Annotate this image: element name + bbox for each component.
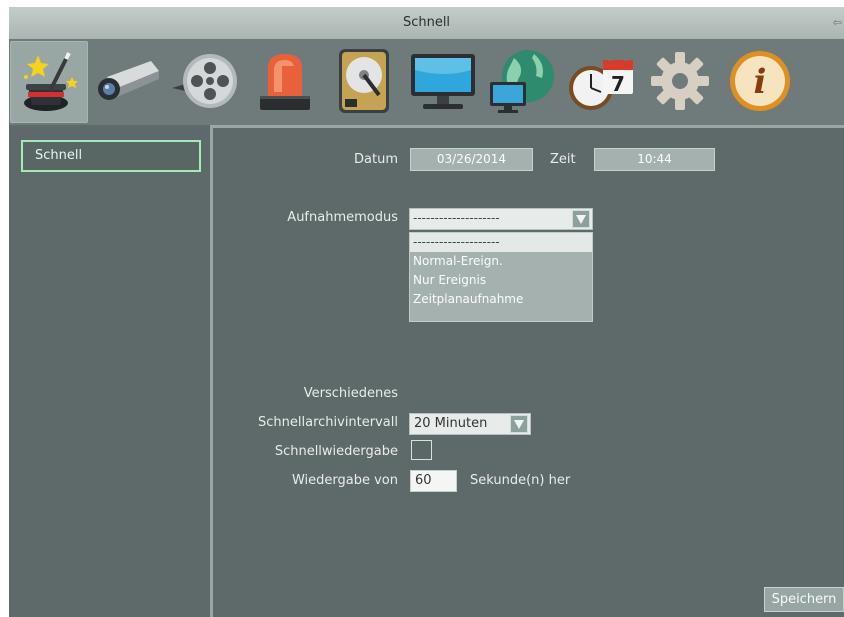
chevron-down-icon[interactable] <box>510 415 528 433</box>
info-icon: i <box>730 51 790 111</box>
toolbar-alarm-button[interactable] <box>247 41 323 121</box>
record-mode-dropdown: -------------------- Normal-Ereign. Nur … <box>409 232 593 322</box>
playback-unit-label: Sekunde(n) her <box>470 473 571 488</box>
record-mode-select[interactable]: -------------------- <box>409 208 593 230</box>
date-label: Datum <box>354 152 398 167</box>
back-arrow-icon[interactable]: ⇦ <box>833 7 842 39</box>
archive-interval-value: 20 Minuten <box>414 416 488 431</box>
camera-icon <box>98 61 159 100</box>
settings-gear-icon <box>651 52 709 110</box>
film-reel-icon <box>172 54 237 108</box>
playback-from-label: Wiedergabe von <box>291 473 398 488</box>
network-globe-icon <box>490 50 554 113</box>
archive-interval-select[interactable]: 20 Minuten <box>409 413 531 435</box>
record-mode-label: Aufnahmemodus <box>287 210 398 225</box>
main-toolbar: 7 i <box>9 39 844 125</box>
misc-heading: Verschiedenes <box>303 386 398 401</box>
toolbar-storage-button[interactable] <box>326 41 402 121</box>
window-title: Schnell <box>402 15 451 30</box>
hard-drive-icon <box>339 49 389 113</box>
monitor-icon <box>411 54 475 109</box>
magic-wizard-icon <box>24 52 78 111</box>
info-glyph: i <box>754 62 767 102</box>
time-label: Zeit <box>550 152 576 167</box>
record-mode-option[interactable]: Normal-Ereign. <box>410 252 592 271</box>
sidebar-item-schnell[interactable]: Schnell <box>21 140 201 172</box>
clock-calendar-icon: 7 <box>569 57 633 110</box>
calendar-day-text: 7 <box>611 72 625 96</box>
chevron-down-icon[interactable] <box>572 210 590 228</box>
toolbar-network-button[interactable] <box>484 41 560 121</box>
record-mode-option[interactable]: -------------------- <box>410 233 592 252</box>
time-field[interactable]: 10:44 <box>594 148 715 171</box>
alarm-siren-icon <box>260 54 310 110</box>
record-mode-option[interactable]: Nur Ereignis <box>410 271 592 290</box>
settings-panel: Datum 03/26/2014 Zeit 10:44 Aufnahmemodu… <box>213 125 844 617</box>
quick-playback-checkbox[interactable] <box>411 440 432 460</box>
toolbar-info-button[interactable]: i <box>721 41 797 121</box>
record-mode-option[interactable]: Zeitplanaufnahme <box>410 290 592 309</box>
archive-interval-label: Schnellarchivintervall <box>258 415 398 430</box>
toolbar-time-button[interactable]: 7 <box>563 41 639 121</box>
toolbar-display-button[interactable] <box>405 41 481 121</box>
toolbar-settings-button[interactable] <box>642 41 718 121</box>
save-button[interactable]: Speichern <box>764 587 844 612</box>
date-field[interactable]: 03/26/2014 <box>410 148 533 171</box>
title-bar: Schnell ⇦ <box>9 7 844 39</box>
playback-seconds-input[interactable]: 60 <box>410 470 457 492</box>
toolbar-camera-button[interactable] <box>89 41 165 121</box>
toolbar-wizard-button[interactable] <box>10 41 88 123</box>
toolbar-playback-button[interactable] <box>168 41 244 121</box>
sidebar: Schnell <box>9 125 213 617</box>
record-mode-value: -------------------- <box>413 211 500 225</box>
quick-playback-label: Schnellwiedergabe <box>274 444 398 459</box>
